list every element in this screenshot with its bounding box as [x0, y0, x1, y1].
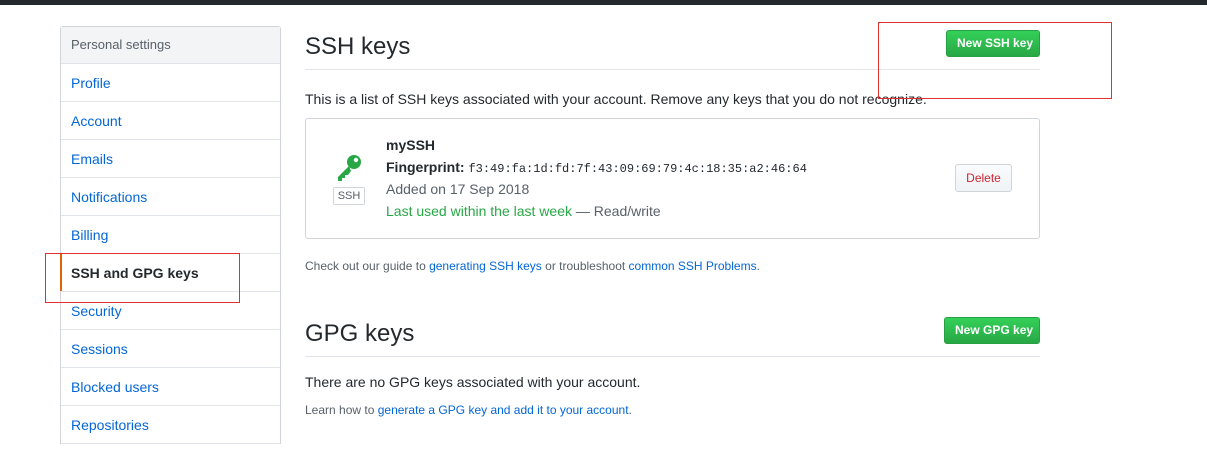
new-gpg-key-button[interactable]: New GPG key: [944, 317, 1040, 344]
sidebar-item-profile[interactable]: Profile: [61, 64, 280, 102]
ssh-key-usage: Last used within the last week — Read/wr…: [386, 203, 661, 219]
ssh-guide-suffix: .: [756, 259, 760, 273]
ssh-keys-title: SSH keys: [305, 33, 411, 60]
ssh-keys-header: SSH keys New SSH key: [305, 26, 1040, 70]
fingerprint-value: f3:49:fa:1d:fd:7f:43:09:69:79:4c:18:35:a…: [468, 162, 807, 176]
new-ssh-key-button[interactable]: New SSH key: [946, 30, 1040, 57]
ssh-guide-note: Check out our guide to generating SSH ke…: [305, 259, 1040, 273]
settings-sidebar: Personal settings Profile Account Emails…: [60, 26, 281, 444]
ssh-key-added-date: Added on 17 Sep 2018: [386, 181, 530, 197]
gpg-keys-title: GPG keys: [305, 320, 415, 347]
ssh-key-fingerprint: Fingerprint: f3:49:fa:1d:fd:7f:43:09:69:…: [386, 159, 807, 176]
gpg-learn-suffix: .: [628, 403, 632, 417]
sidebar-item-blocked-users[interactable]: Blocked users: [61, 368, 280, 406]
sidebar-item-notifications[interactable]: Notifications: [61, 178, 280, 216]
common-ssh-problems-link[interactable]: common SSH Problems: [629, 259, 757, 273]
ssh-key-last-used: Last used within the last week: [386, 203, 572, 219]
sidebar-item-security[interactable]: Security: [61, 292, 280, 330]
sidebar-item-emails[interactable]: Emails: [61, 140, 280, 178]
sidebar-item-billing[interactable]: Billing: [61, 216, 280, 254]
sidebar-header: Personal settings: [61, 27, 280, 64]
ssh-guide-prefix: Check out our guide to: [305, 259, 430, 273]
ssh-type-badge: SSH: [333, 187, 365, 205]
gpg-learn-note: Learn how to generate a GPG key and add …: [305, 403, 1040, 417]
top-header-bar: [0, 0, 1207, 5]
ssh-guide-middle: or troubleshoot: [541, 259, 629, 273]
ssh-key-item: SSH mySSH Fingerprint: f3:49:fa:1d:fd:7f…: [305, 118, 1040, 239]
fingerprint-label: Fingerprint:: [386, 159, 465, 175]
generate-gpg-key-link[interactable]: generate a GPG key and add it to your ac…: [378, 403, 629, 417]
ssh-key-access: — Read/write: [575, 203, 661, 219]
sidebar-item-ssh-gpg-keys[interactable]: SSH and GPG keys: [60, 254, 280, 292]
generating-ssh-keys-link[interactable]: generating SSH keys: [429, 259, 542, 273]
gpg-empty-message: There are no GPG keys associated with yo…: [305, 374, 641, 390]
delete-ssh-key-button[interactable]: Delete: [955, 164, 1012, 192]
settings-main: SSH keys New SSH key This is a list of S…: [305, 26, 1040, 417]
ssh-keys-description: This is a list of SSH keys associated wi…: [305, 91, 927, 107]
sidebar-item-account[interactable]: Account: [61, 102, 280, 140]
gpg-learn-prefix: Learn how to: [305, 403, 378, 417]
sidebar-item-repositories[interactable]: Repositories: [61, 406, 280, 444]
ssh-key-title: mySSH: [386, 137, 436, 153]
gpg-keys-header: GPG keys New GPG key: [305, 313, 1040, 357]
sidebar-item-sessions[interactable]: Sessions: [61, 330, 280, 368]
